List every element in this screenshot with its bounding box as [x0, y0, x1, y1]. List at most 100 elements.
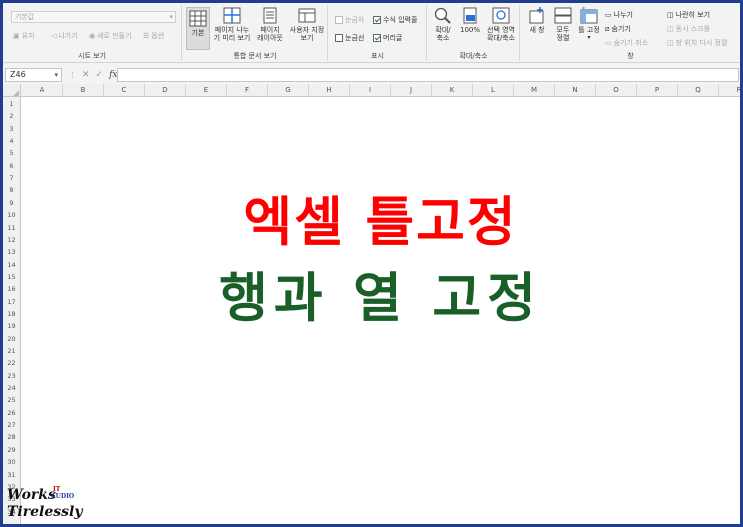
- reset-window-position-button[interactable]: ◫ 창 위치 다시 정렬: [667, 38, 727, 48]
- freeze-panes-button[interactable]: * 틀 고정 ▾: [576, 7, 602, 42]
- more-icon: ⋮: [69, 71, 76, 79]
- arrange-all-button[interactable]: 모두 정렬: [551, 7, 575, 42]
- ribbon-view-tab: 기본값 ▾ ▣ 유지 ◁ 나가기 ◉ 새로 만들기 ☰ 옵션 시트 보기 기본 페이지 …: [3, 3, 740, 63]
- row-header[interactable]: 9: [3, 197, 20, 209]
- gridlines-checkbox[interactable]: 눈금선: [335, 33, 364, 43]
- new-view-label: 새로 만들기: [97, 32, 132, 40]
- column-header[interactable]: K: [432, 84, 473, 97]
- split-button[interactable]: ▭ 나누기: [605, 10, 633, 20]
- enter-icon[interactable]: ✓: [96, 70, 104, 80]
- grid-icon: [189, 10, 207, 27]
- column-header[interactable]: Q: [678, 84, 719, 97]
- row-header[interactable]: 27: [3, 419, 20, 431]
- new-window-button[interactable]: 새 창: [525, 7, 549, 34]
- row-header[interactable]: 2: [3, 110, 20, 122]
- column-header[interactable]: J: [391, 84, 432, 97]
- row-header[interactable]: 20: [3, 333, 20, 345]
- formula-input[interactable]: [117, 68, 739, 82]
- column-header[interactable]: O: [596, 84, 637, 97]
- side-by-side-icon: ◫: [667, 11, 674, 19]
- row-header[interactable]: 19: [3, 320, 20, 332]
- row-header[interactable]: 25: [3, 394, 20, 406]
- checkbox-icon: [335, 34, 343, 42]
- show-group-label: 표시: [371, 52, 384, 60]
- reset-position-label: 창 위치 다시 정렬: [675, 39, 728, 47]
- row-header[interactable]: 22: [3, 357, 20, 369]
- view-side-by-side-button[interactable]: ◫ 나란히 보기: [667, 10, 710, 20]
- cancel-icon[interactable]: ✕: [82, 70, 90, 80]
- column-header[interactable]: A: [22, 84, 63, 97]
- row-header[interactable]: 17: [3, 296, 20, 308]
- options-button[interactable]: ☰ 옵션: [143, 31, 164, 41]
- synchronous-scrolling-button[interactable]: ◫ 동시 스크롤: [667, 24, 710, 34]
- page-layout-button[interactable]: 페이지 레이아웃: [254, 7, 286, 42]
- ruler-checkbox[interactable]: 눈금자: [335, 15, 364, 25]
- column-header[interactable]: D: [145, 84, 186, 97]
- row-header[interactable]: 1: [3, 98, 20, 110]
- zoom-button[interactable]: 확대/ 축소: [430, 7, 456, 42]
- column-header[interactable]: H: [309, 84, 350, 97]
- name-box[interactable]: Z46 ▾: [5, 68, 62, 82]
- sheet-view-dropdown[interactable]: 기본값 ▾: [11, 11, 176, 23]
- row-header[interactable]: 18: [3, 308, 20, 320]
- magnifier-icon: [434, 7, 451, 24]
- normal-view-button[interactable]: 기본: [186, 7, 210, 50]
- freeze-panes-label: 틀 고정: [578, 26, 600, 34]
- row-header[interactable]: 8: [3, 184, 20, 196]
- keep-button[interactable]: ▣ 유지: [13, 31, 35, 41]
- svg-text:*: *: [582, 7, 585, 13]
- new-view-button[interactable]: ◉ 새로 만들기: [89, 31, 132, 41]
- row-header[interactable]: 12: [3, 234, 20, 246]
- exit-button[interactable]: ◁ 나가기: [51, 31, 78, 41]
- row-header[interactable]: 14: [3, 259, 20, 271]
- row-header[interactable]: 7: [3, 172, 20, 184]
- row-header[interactable]: 6: [3, 160, 20, 172]
- row-header[interactable]: 16: [3, 283, 20, 295]
- zoom-selection-button[interactable]: 선택 영역 확대/축소: [483, 7, 519, 42]
- row-header[interactable]: 21: [3, 345, 20, 357]
- column-header[interactable]: G: [268, 84, 309, 97]
- row-header[interactable]: 4: [3, 135, 20, 147]
- split-icon: ▭: [605, 11, 612, 19]
- freeze-panes-icon: *: [580, 7, 598, 24]
- row-header[interactable]: 5: [3, 147, 20, 159]
- column-header[interactable]: R: [719, 84, 740, 97]
- formula-bar-checkbox[interactable]: 수식 입력줄: [373, 15, 417, 25]
- row-header[interactable]: 26: [3, 407, 20, 419]
- hide-label: 숨기기: [611, 25, 631, 33]
- zoom-100-button[interactable]: 100%: [457, 7, 483, 34]
- workbook-views-group-label: 통합 문서 보기: [233, 52, 277, 60]
- zoom-100-icon: [463, 7, 477, 24]
- column-header[interactable]: I: [350, 84, 391, 97]
- row-header[interactable]: 24: [3, 382, 20, 394]
- row-header[interactable]: 30: [3, 456, 20, 468]
- unhide-button[interactable]: ▭ 숨기기 취소: [605, 38, 648, 48]
- row-header[interactable]: 28: [3, 431, 20, 443]
- row-header[interactable]: 13: [3, 246, 20, 258]
- row-header[interactable]: 10: [3, 209, 20, 221]
- row-header[interactable]: 23: [3, 370, 20, 382]
- column-header[interactable]: L: [473, 84, 514, 97]
- row-header[interactable]: 29: [3, 444, 20, 456]
- row-header[interactable]: 3: [3, 123, 20, 135]
- custom-views-button[interactable]: 사용자 지정 보기: [286, 7, 328, 42]
- worksheet-grid[interactable]: 엑셀 틀고정 행과 열 고정: [21, 97, 740, 524]
- column-header[interactable]: C: [104, 84, 145, 97]
- row-header[interactable]: 31: [3, 469, 20, 481]
- column-header[interactable]: B: [63, 84, 104, 97]
- select-all-button[interactable]: [3, 84, 21, 97]
- formula-controls: ⋮ ✕ ✓ fx: [69, 68, 118, 82]
- column-header[interactable]: N: [555, 84, 596, 97]
- column-header[interactable]: P: [637, 84, 678, 97]
- row-header[interactable]: 15: [3, 271, 20, 283]
- zoom-group: 확대/ 축소 100% 선택 영역 확대/축소 확대/축소: [428, 5, 520, 61]
- hide-button[interactable]: ⧄ 숨기기: [605, 24, 631, 34]
- column-header[interactable]: M: [514, 84, 555, 97]
- eye-icon: ◉: [89, 32, 96, 40]
- page-break-preview-button[interactable]: 페이지 나누 기 미리 보기: [210, 7, 254, 42]
- formula-bar-label: 수식 입력줄: [383, 16, 418, 24]
- column-header[interactable]: E: [186, 84, 227, 97]
- column-header[interactable]: F: [227, 84, 268, 97]
- row-header[interactable]: 11: [3, 222, 20, 234]
- headings-checkbox[interactable]: 머리글: [373, 33, 402, 43]
